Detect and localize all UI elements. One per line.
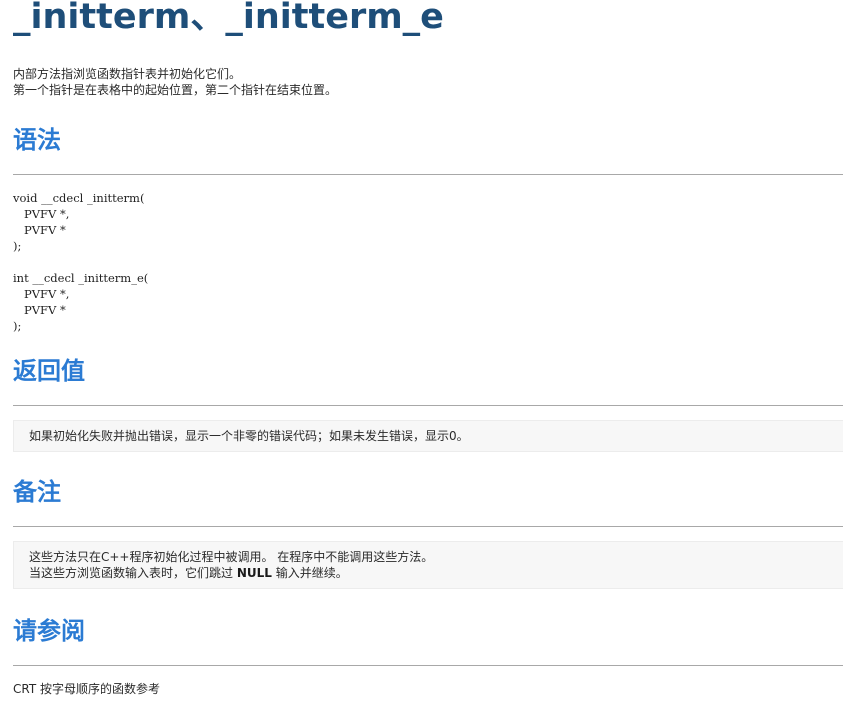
syntax-code-block: void __cdecl _initterm( PVFV *, PVFV * )… <box>13 191 149 333</box>
null-keyword: NULL <box>236 566 272 580</box>
see-also-heading: 请参阅 <box>13 617 85 645</box>
section-divider <box>13 405 843 406</box>
syntax-heading: 语法 <box>13 126 61 154</box>
page-title: _initterm、_initterm_e <box>13 0 444 37</box>
intro-paragraph: 内部方法指浏览函数指针表并初始化它们。 第一个指针是在表格中的起始位置，第二个指… <box>13 66 337 98</box>
section-divider <box>13 174 843 175</box>
return-value-text: 如果初始化失败并抛出错误，显示一个非零的错误代码；如果未发生错误，显示0。 <box>29 429 469 443</box>
remarks-line: 这些方法只在C++程序初始化过程中被调用。 在程序中不能调用这些方法。 <box>29 550 434 564</box>
remarks-note: 这些方法只在C++程序初始化过程中被调用。 在程序中不能调用这些方法。 当这些方… <box>13 541 843 589</box>
intro-line: 内部方法指浏览函数指针表并初始化它们。 <box>13 67 242 81</box>
remarks-text: 当这些方浏览函数输入表时，它们跳过 <box>29 566 237 580</box>
crt-reference-link[interactable]: CRT 按字母顺序的函数参考 <box>13 681 160 697</box>
remarks-text: 输入并继续。 <box>271 566 348 580</box>
remarks-line: 当这些方浏览函数输入表时，它们跳过 NULL 输入并继续。 <box>29 565 843 581</box>
remarks-heading: 备注 <box>13 478 61 506</box>
section-divider <box>13 665 843 666</box>
intro-line: 第一个指针是在表格中的起始位置，第二个指针在结束位置。 <box>13 83 338 97</box>
return-value-heading: 返回值 <box>13 357 85 385</box>
return-value-note: 如果初始化失败并抛出错误，显示一个非零的错误代码；如果未发生错误，显示0。 <box>13 420 843 452</box>
section-divider <box>13 526 843 527</box>
